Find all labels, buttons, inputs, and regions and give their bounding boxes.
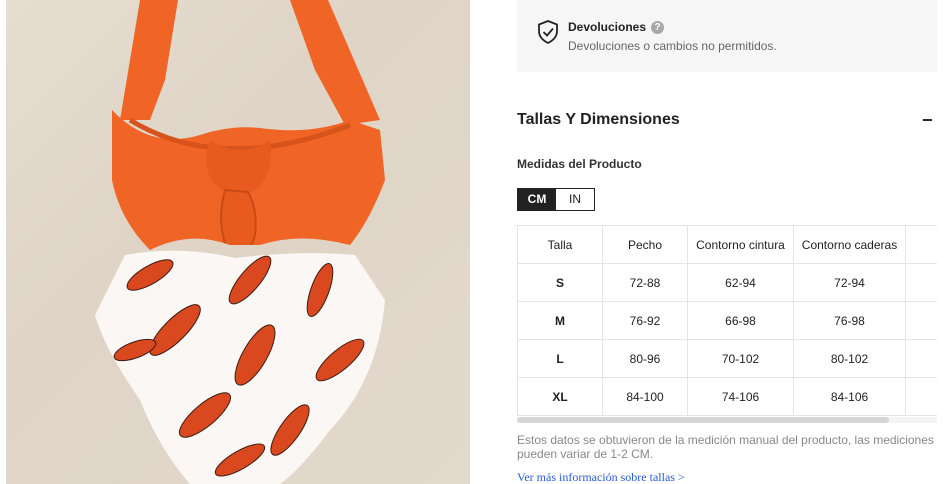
product-info-panel: Devoluciones ? Devoluciones o cambios no… <box>517 0 945 484</box>
size-section-title[interactable]: Tallas Y Dimensiones <box>517 111 680 129</box>
length-cell <box>905 263 937 302</box>
hips-cell: 72-94 <box>793 263 906 302</box>
waist-cell: 66-98 <box>687 301 794 340</box>
header-length: L <box>905 225 937 264</box>
returns-title: Devoluciones <box>568 20 647 34</box>
collapse-icon[interactable]: − <box>922 110 936 131</box>
length-cell <box>905 377 937 416</box>
shield-check-icon <box>538 20 558 44</box>
size-cell: XL <box>517 377 603 416</box>
help-icon[interactable]: ? <box>651 20 665 34</box>
returns-subtitle: Devoluciones o cambios no permitidos. <box>568 39 777 53</box>
table-header-row: Talla Pecho Contorno cintura Contorno ca… <box>517 225 937 264</box>
table-scrollbar-thumb[interactable] <box>517 417 889 423</box>
swimsuit-illustration <box>0 0 385 484</box>
header-size: Talla <box>517 225 603 264</box>
table-row: XL 84-100 74-106 84-106 <box>517 377 937 416</box>
unit-in-button[interactable]: IN <box>556 189 594 210</box>
chest-cell: 76-92 <box>602 301 688 340</box>
chest-cell: 84-100 <box>602 377 688 416</box>
table-row: M 76-92 66-98 76-98 <box>517 301 937 340</box>
waist-cell: 70-102 <box>687 339 794 378</box>
header-hips: Contorno caderas <box>793 225 906 264</box>
unit-toggle: CM IN <box>517 188 595 211</box>
header-chest: Pecho <box>602 225 688 264</box>
header-waist: Contorno cintura <box>687 225 794 264</box>
table-scrollbar[interactable] <box>517 417 937 423</box>
length-cell <box>905 301 937 340</box>
size-table: Talla Pecho Contorno cintura Contorno ca… <box>517 225 937 416</box>
product-measurements-label: Medidas del Producto <box>517 157 642 171</box>
hips-cell: 84-106 <box>793 377 906 416</box>
size-cell: S <box>517 263 603 302</box>
returns-policy-box: Devoluciones ? Devoluciones o cambios no… <box>517 0 937 72</box>
waist-cell: 62-94 <box>687 263 794 302</box>
chest-cell: 80-96 <box>602 339 688 378</box>
hips-cell: 80-102 <box>793 339 906 378</box>
measurement-note: Estos datos se obtuvieron de la medición… <box>517 433 934 461</box>
chest-cell: 72-88 <box>602 263 688 302</box>
product-image <box>0 0 470 484</box>
size-table-container[interactable]: Talla Pecho Contorno cintura Contorno ca… <box>517 225 937 417</box>
table-row: L 80-96 70-102 80-102 <box>517 339 937 378</box>
returns-title-row: Devoluciones ? <box>568 20 665 34</box>
unit-cm-button[interactable]: CM <box>518 189 556 210</box>
length-cell <box>905 339 937 378</box>
waist-cell: 74-106 <box>687 377 794 416</box>
table-row: S 72-88 62-94 72-94 <box>517 263 937 302</box>
size-cell: M <box>517 301 603 340</box>
more-size-info-link[interactable]: Ver más información sobre tallas > <box>517 470 685 484</box>
size-cell: L <box>517 339 603 378</box>
hips-cell: 76-98 <box>793 301 906 340</box>
